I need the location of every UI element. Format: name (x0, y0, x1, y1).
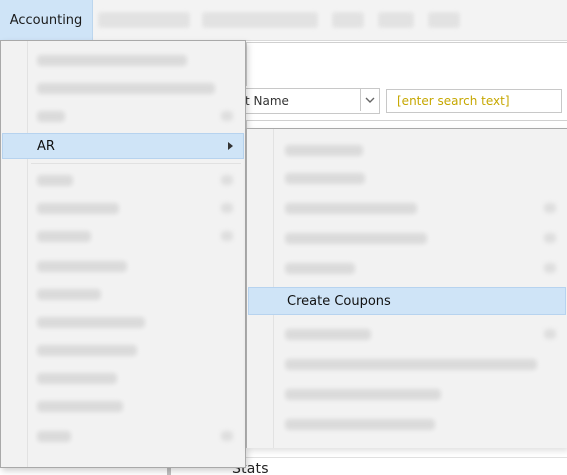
blurred-text (37, 401, 123, 412)
menu-accounting-label: Accounting (9, 12, 83, 28)
dropdown-item-blurred[interactable] (1, 195, 245, 221)
blurred-text (37, 83, 215, 94)
blurred-shortcut (221, 175, 233, 185)
dropdown-item-blurred[interactable] (1, 75, 245, 101)
submenu-item-blurred[interactable] (247, 319, 567, 349)
blurred-text (37, 175, 73, 186)
menu-accounting[interactable]: Accounting (0, 0, 93, 40)
blurred-text (37, 231, 91, 242)
menu-bar: Accounting (0, 0, 567, 41)
menu-item-blurred[interactable] (428, 12, 460, 28)
submenu-item-blurred[interactable] (247, 409, 567, 439)
dropdown-separator (31, 163, 241, 164)
blurred-text (37, 111, 65, 122)
blurred-shortcut (221, 203, 233, 213)
dropdown-item-ar-label: AR (37, 138, 55, 154)
dropdown-item-blurred[interactable] (1, 309, 245, 335)
blurred-text (37, 203, 119, 214)
dropdown-item-blurred[interactable] (1, 47, 245, 73)
submenu-item-create-coupons-label: Create Coupons (287, 293, 391, 309)
blurred-text (37, 373, 117, 384)
blurred-text (285, 419, 435, 430)
blurred-text (285, 173, 365, 184)
blurred-shortcut (221, 231, 233, 241)
blurred-shortcut (544, 203, 556, 213)
blurred-text (285, 329, 371, 340)
menu-item-blurred[interactable] (98, 12, 190, 28)
dropdown-item-blurred[interactable] (1, 281, 245, 307)
dropdown-item-blurred[interactable] (1, 365, 245, 391)
content-panel-top (246, 42, 567, 86)
blurred-shortcut (221, 111, 233, 121)
dropdown-item-blurred[interactable] (1, 393, 245, 419)
search-input-placeholder: [enter search text] (397, 94, 510, 108)
dropdown-item-blurred[interactable] (1, 337, 245, 363)
accounting-menu-dropdown: AR (0, 40, 246, 468)
blurred-shortcut (221, 431, 233, 441)
blurred-shortcut (544, 329, 556, 339)
app-window: Accounting t Name [enter search text] St… (0, 0, 567, 475)
chevron-right-icon (228, 142, 233, 150)
ar-submenu: Create Coupons (246, 128, 567, 448)
menu-item-blurred[interactable] (202, 12, 318, 28)
dropdown-item-blurred[interactable] (1, 423, 245, 449)
menu-item-blurred[interactable] (378, 12, 414, 28)
blurred-text (37, 345, 137, 356)
blurred-text (37, 261, 127, 272)
blurred-text (285, 389, 441, 400)
dropdown-item-blurred[interactable] (1, 167, 245, 193)
submenu-item-create-coupons[interactable]: Create Coupons (248, 287, 566, 315)
blurred-text (37, 431, 71, 442)
submenu-item-blurred[interactable] (247, 223, 567, 253)
blurred-text (37, 317, 145, 328)
submenu-item-blurred[interactable] (247, 379, 567, 409)
blurred-shortcut (544, 233, 556, 243)
blurred-text (37, 289, 101, 300)
dropdown-item-blurred[interactable] (1, 253, 245, 279)
submenu-item-blurred[interactable] (247, 163, 567, 193)
blurred-text (285, 203, 417, 214)
blurred-text (285, 359, 537, 370)
blurred-text (285, 263, 355, 274)
chevron-down-icon[interactable] (360, 89, 379, 111)
submenu-item-blurred[interactable] (247, 193, 567, 223)
search-field-select[interactable]: t Name (240, 88, 380, 114)
search-input[interactable]: [enter search text] (386, 89, 562, 113)
submenu-item-blurred[interactable] (247, 253, 567, 283)
blurred-text (37, 55, 187, 66)
submenu-item-blurred[interactable] (247, 349, 567, 379)
blurred-shortcut (544, 263, 556, 273)
blurred-text (285, 233, 427, 244)
dropdown-item-blurred[interactable] (1, 103, 245, 129)
dropdown-item-ar[interactable]: AR (2, 133, 244, 159)
search-row: t Name [enter search text] (240, 88, 567, 114)
blurred-text (285, 145, 363, 156)
dropdown-item-blurred[interactable] (1, 223, 245, 249)
menu-item-blurred[interactable] (332, 12, 364, 28)
search-field-select-value: t Name (245, 94, 289, 108)
submenu-item-blurred[interactable] (247, 135, 567, 165)
